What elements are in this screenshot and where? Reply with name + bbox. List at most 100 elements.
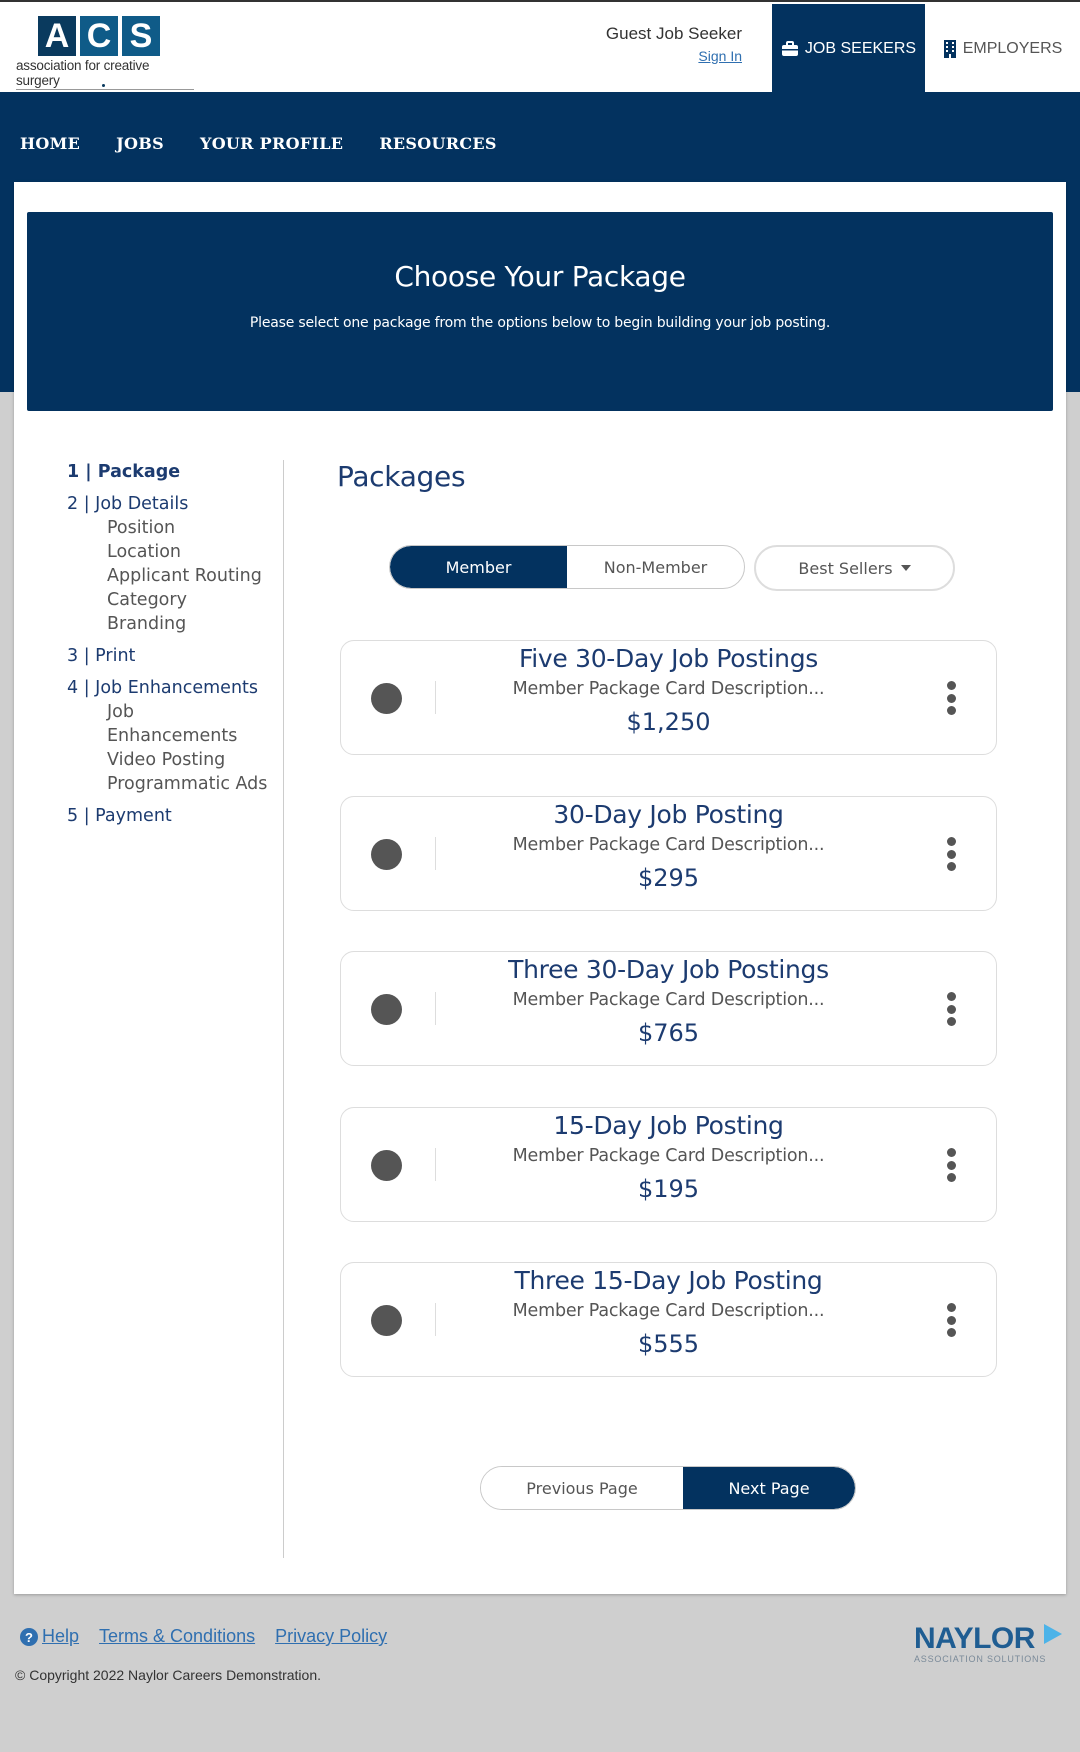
package-separator (435, 992, 436, 1025)
help-link[interactable]: ? Help (20, 1626, 79, 1647)
best-sellers-dropdown[interactable]: Best Sellers (754, 545, 955, 591)
package-card[interactable]: 30-Day Job Posting Member Package Card D… (340, 796, 997, 911)
package-description: Member Package Card Description... (512, 835, 825, 855)
substep-enhancements[interactable]: Enhancements (67, 724, 297, 748)
logo-letters: A C S (38, 16, 206, 56)
more-vertical-icon[interactable] (946, 1148, 956, 1182)
substep-video-posting[interactable]: Video Posting (67, 748, 297, 772)
naylor-logo[interactable]: NAYLOR ASSOCIATION SOLUTIONS (914, 1622, 1064, 1664)
nav-resources[interactable]: RESOURCES (379, 134, 496, 153)
guest-name: Guest Job Seeker (605, 24, 742, 43)
logo-dot (102, 84, 105, 87)
tab-employers[interactable]: EMPLOYERS (925, 4, 1080, 94)
package-separator (435, 1148, 436, 1181)
logo-letter-c: C (80, 16, 118, 56)
nav-your-profile[interactable]: YOUR PROFILE (200, 134, 343, 153)
tab-job-seekers-label: JOB SEEKERS (804, 40, 917, 57)
logo-tagline: association for creative surgery (16, 58, 194, 90)
package-separator (435, 837, 436, 870)
pager: Previous Page Next Page (480, 1466, 856, 1510)
substep-category[interactable]: Category (67, 588, 297, 612)
package-card[interactable]: Five 30-Day Job Postings Member Package … (340, 640, 997, 755)
briefcase-icon (781, 41, 798, 56)
package-description: Member Package Card Description... (512, 1301, 825, 1321)
nav-items: HOME JOBS YOUR PROFILE RESOURCES (20, 134, 497, 153)
package-name: Three 15-Day Job Posting (514, 1266, 823, 1295)
toggle-non-member[interactable]: Non-Member (567, 546, 744, 588)
more-vertical-icon[interactable] (946, 1303, 956, 1337)
substep-job[interactable]: Job (67, 700, 297, 724)
dropdown-label: Best Sellers (798, 558, 893, 578)
footer-links: ? Help Terms & Conditions Privacy Policy (20, 1626, 387, 1647)
sign-in-link[interactable]: Sign In (698, 48, 742, 64)
more-vertical-icon[interactable] (946, 992, 956, 1026)
toggle-member[interactable]: Member (390, 546, 567, 588)
step-package[interactable]: 1 | Package (67, 460, 297, 484)
package-price: $295 (637, 864, 700, 892)
substep-programmatic-ads[interactable]: Programmatic Ads (67, 772, 297, 796)
terms-link[interactable]: Terms & Conditions (99, 1626, 255, 1647)
substep-applicant-routing[interactable]: Applicant Routing (67, 564, 297, 588)
package-separator (435, 681, 436, 714)
package-body: Three 15-Day Job Posting Member Package … (451, 1263, 886, 1358)
naylor-sub: ASSOCIATION SOLUTIONS (914, 1654, 1047, 1664)
package-radio[interactable] (371, 683, 402, 714)
privacy-link[interactable]: Privacy Policy (275, 1626, 387, 1647)
packages-title: Packages (337, 460, 466, 493)
previous-page-button[interactable]: Previous Page (481, 1467, 683, 1509)
substep-branding[interactable]: Branding (67, 612, 297, 636)
step-job-enhancements[interactable]: 4 | Job Enhancements (67, 676, 297, 700)
main-card: Choose Your Package Please select one pa… (14, 182, 1066, 1594)
package-body: 15-Day Job Posting Member Package Card D… (451, 1108, 886, 1203)
copyright: © Copyright 2022 Naylor Careers Demonstr… (15, 1667, 322, 1683)
substep-location[interactable]: Location (67, 540, 297, 564)
package-card[interactable]: Three 15-Day Job Posting Member Package … (340, 1262, 997, 1377)
help-icon: ? (20, 1628, 38, 1647)
page-title: Choose Your Package (394, 260, 686, 293)
package-radio[interactable] (371, 1150, 402, 1181)
caret-down-icon (900, 565, 911, 571)
package-body: Five 30-Day Job Postings Member Package … (451, 641, 886, 736)
package-radio[interactable] (371, 839, 402, 870)
package-name: 15-Day Job Posting (553, 1111, 784, 1140)
step-payment[interactable]: 5 | Payment (67, 804, 297, 828)
package-description: Member Package Card Description... (512, 679, 825, 699)
package-description: Member Package Card Description... (512, 990, 825, 1010)
package-card[interactable]: 15-Day Job Posting Member Package Card D… (340, 1107, 997, 1222)
page-subtitle: Please select one package from the optio… (249, 315, 831, 331)
nav-home[interactable]: HOME (20, 134, 80, 153)
next-page-button[interactable]: Next Page (683, 1467, 855, 1509)
package-price: $555 (637, 1330, 700, 1358)
step-list: 1 | Package 2 | Job Details Position Loc… (67, 460, 297, 828)
more-vertical-icon[interactable] (946, 837, 956, 871)
more-vertical-icon[interactable] (946, 681, 956, 715)
package-body: Three 30-Day Job Postings Member Package… (451, 952, 886, 1047)
package-price: $1,250 (626, 708, 711, 736)
building-icon (943, 40, 956, 58)
guest-info: Guest Job Seeker Sign In (606, 24, 742, 65)
package-price: $195 (637, 1175, 700, 1203)
package-radio[interactable] (371, 994, 402, 1025)
package-price: $765 (637, 1019, 700, 1047)
naylor-arrow-icon (1044, 1624, 1062, 1644)
tab-job-seekers[interactable]: JOB SEEKERS (772, 4, 925, 94)
sidebar-divider (283, 460, 284, 1558)
help-link-label: Help (42, 1626, 80, 1646)
step-print[interactable]: 3 | Print (67, 644, 297, 668)
tab-employers-label: EMPLOYERS (962, 40, 1063, 57)
substep-position[interactable]: Position (67, 516, 297, 540)
package-name: 30-Day Job Posting (553, 800, 784, 829)
naylor-name: NAYLOR (914, 1622, 1035, 1655)
top-bar: A C S association for creative surgery G… (0, 0, 1080, 94)
package-description: Member Package Card Description... (512, 1146, 825, 1166)
step-job-details[interactable]: 2 | Job Details (67, 492, 297, 516)
nav-jobs[interactable]: JOBS (116, 134, 164, 153)
package-separator (435, 1303, 436, 1336)
logo-letter-s: S (122, 16, 160, 56)
acs-logo[interactable]: A C S association for creative surgery (16, 16, 206, 92)
package-card[interactable]: Three 30-Day Job Postings Member Package… (340, 951, 997, 1066)
membership-toggle: Member Non-Member (389, 545, 745, 589)
package-name: Five 30-Day Job Postings (518, 644, 819, 673)
package-radio[interactable] (371, 1305, 402, 1336)
package-name: Three 30-Day Job Postings (508, 955, 829, 984)
